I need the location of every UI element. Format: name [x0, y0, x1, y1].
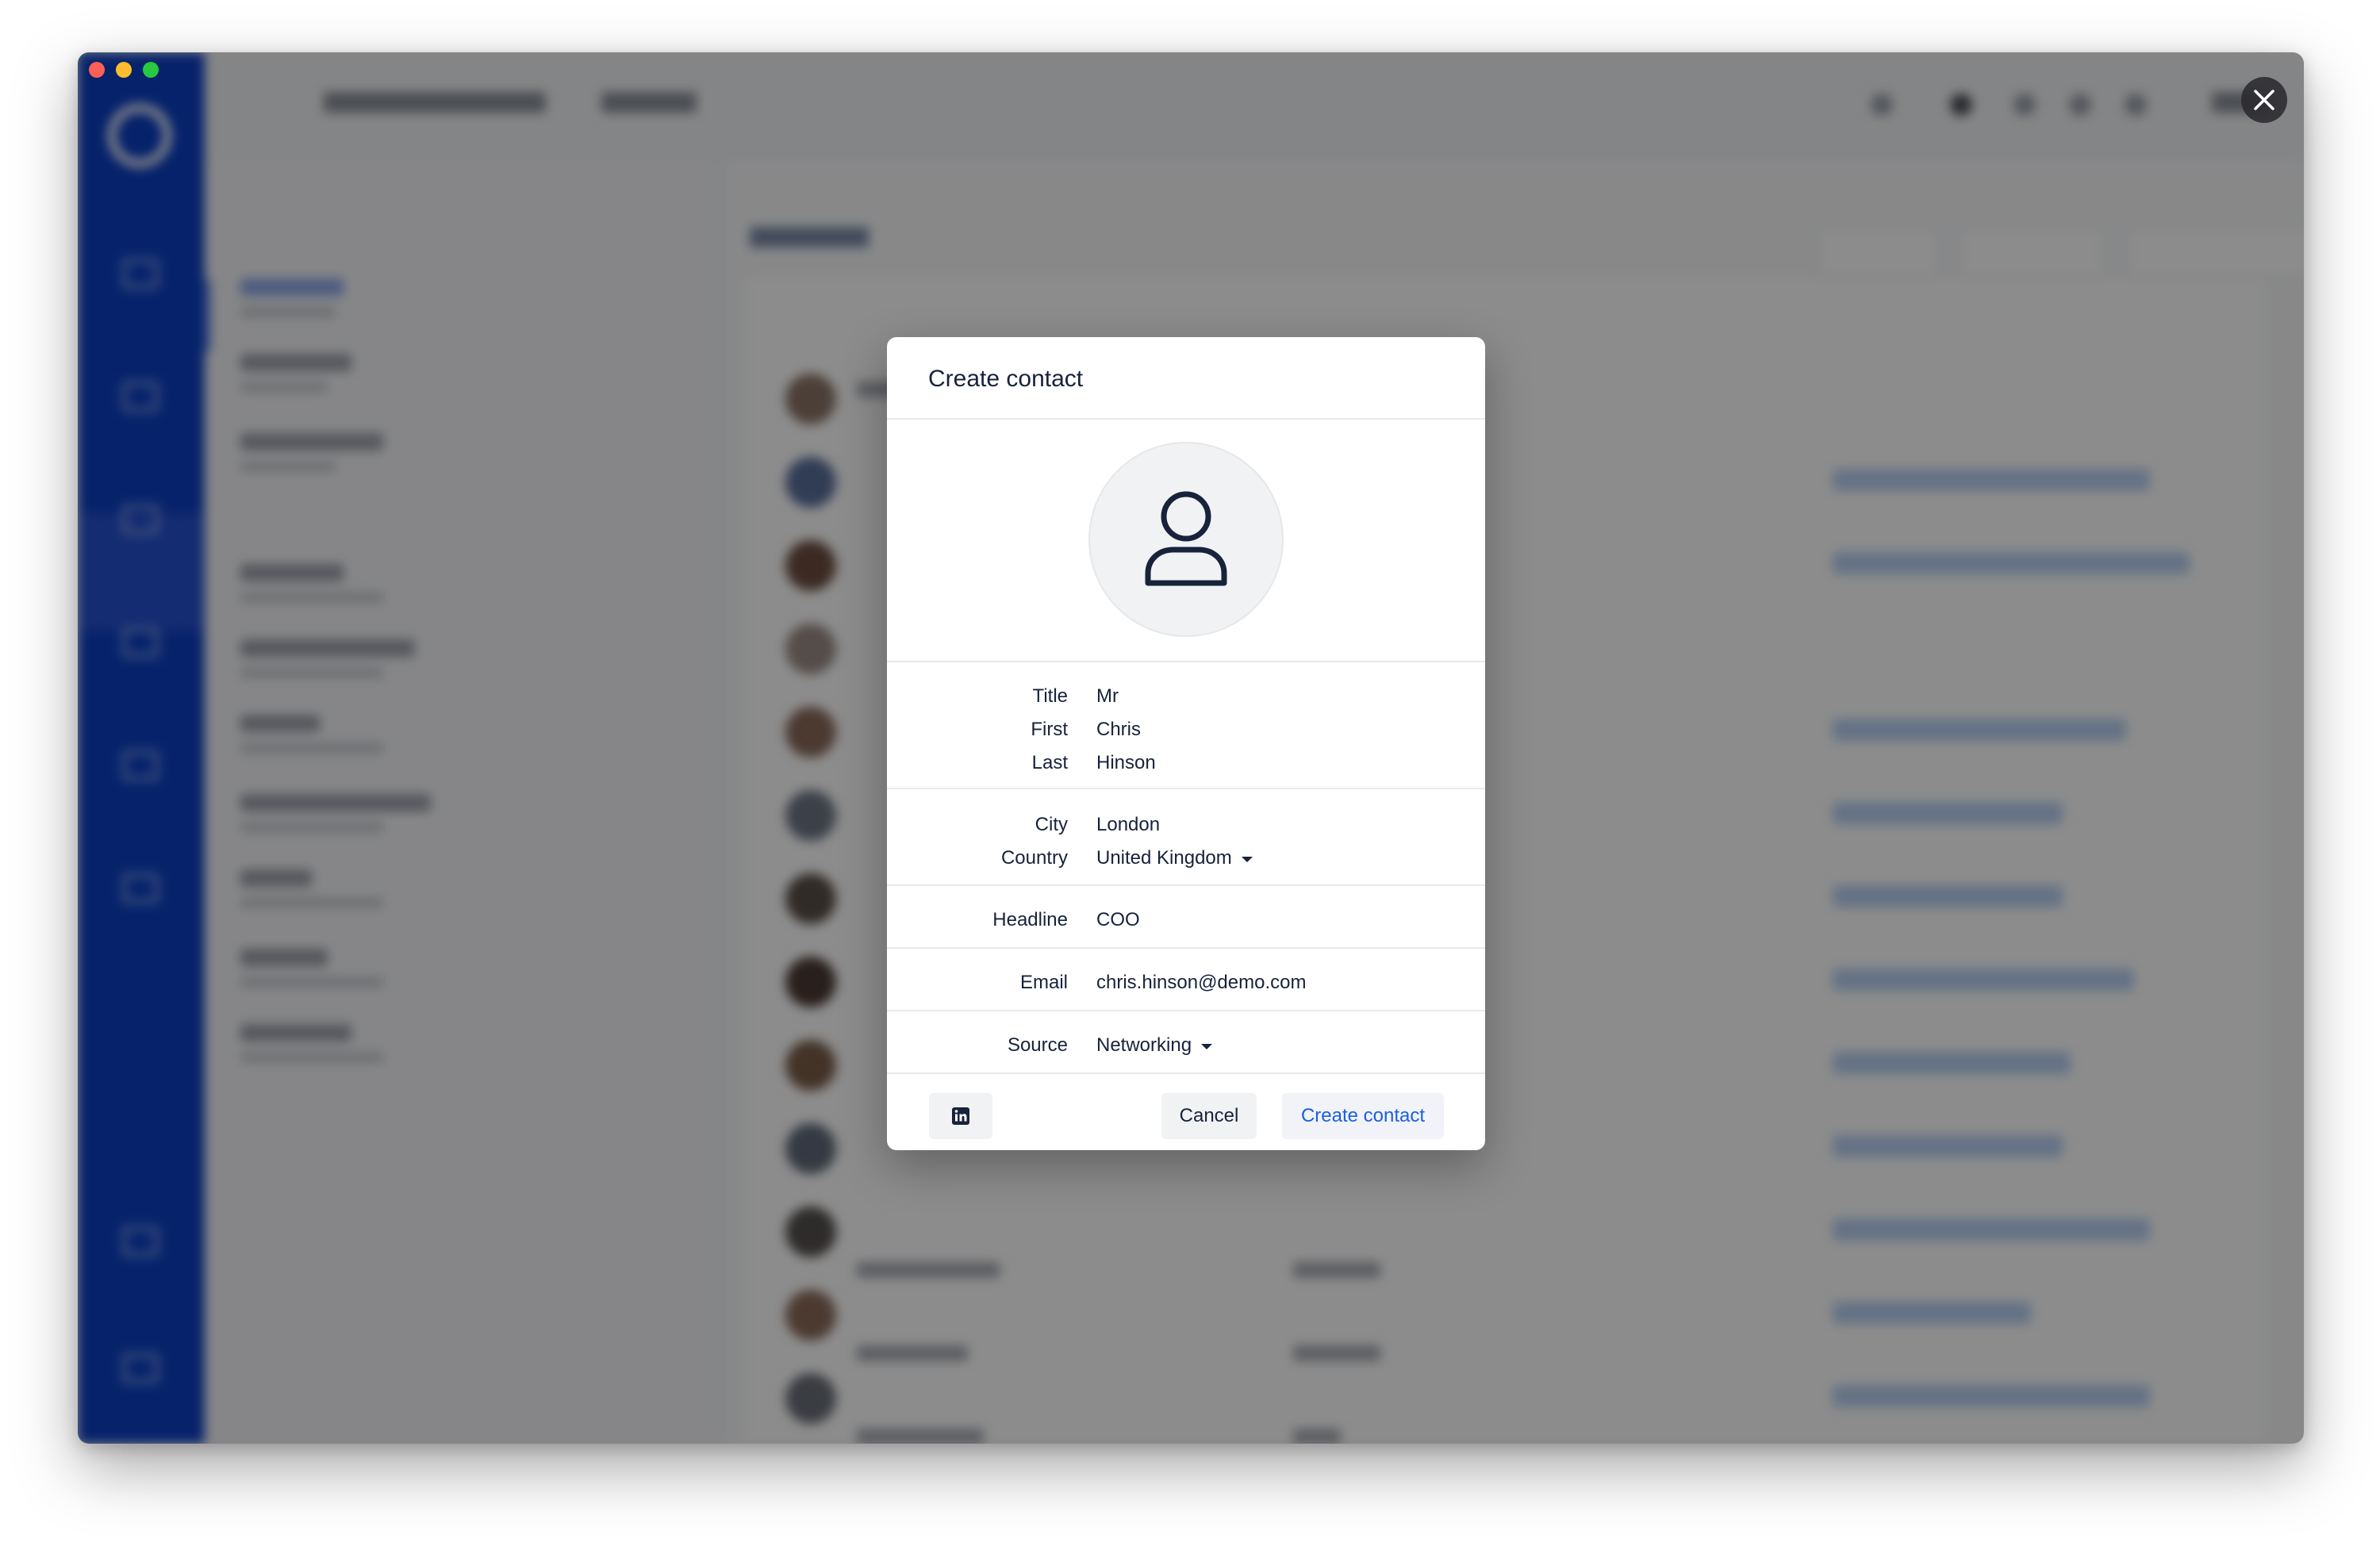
modal-title: Create contact [928, 366, 1084, 392]
location-fields: City London Country United Kingdom [887, 789, 1485, 886]
country-value: United Kingdom [1096, 847, 1232, 869]
title-field[interactable]: Mr [1096, 685, 1119, 708]
source-select[interactable]: Networking [1096, 1034, 1213, 1057]
field-row-headline: Headline COO [887, 903, 1485, 937]
chevron-down-icon [1201, 1044, 1213, 1049]
source-label: Source [1007, 1034, 1068, 1056]
field-row-source: Source Networking [887, 1029, 1485, 1062]
email-field[interactable]: chris.hinson@demo.com [1096, 972, 1306, 994]
headline-field[interactable]: COO [1096, 909, 1140, 931]
name-fields: Title Mr First Chris Last Hinson [887, 662, 1485, 789]
avatar-upload[interactable] [1088, 442, 1284, 637]
chevron-down-icon [1241, 857, 1253, 862]
email-label: Email [1019, 972, 1068, 993]
field-row-country: Country United Kingdom [887, 842, 1485, 875]
person-icon [1145, 491, 1227, 586]
linkedin-button[interactable] [929, 1093, 992, 1139]
create-contact-button[interactable]: Create contact [1282, 1093, 1444, 1139]
field-row-email: Email chris.hinson@demo.com [887, 966, 1485, 999]
close-modal-button[interactable] [2241, 77, 2287, 123]
window-controls [89, 62, 159, 78]
city-label: City [1035, 814, 1068, 835]
first-name-field[interactable]: Chris [1096, 719, 1141, 741]
minimize-window-button[interactable] [116, 62, 132, 78]
city-field[interactable]: London [1096, 814, 1160, 836]
source-fields: Source Networking [887, 1011, 1485, 1074]
close-icon [2254, 90, 2274, 110]
email-fields: Email chris.hinson@demo.com [887, 949, 1485, 1011]
field-row-last: Last Hinson [887, 746, 1485, 780]
first-name-label: First [1031, 719, 1068, 740]
headline-fields: Headline COO [887, 886, 1485, 949]
title-label: Title [1032, 685, 1068, 707]
create-contact-modal: Create contact Title Mr First Chris Last [887, 337, 1485, 1150]
modal-header: Create contact [887, 337, 1485, 420]
headline-label: Headline [992, 909, 1068, 930]
modal-footer: Cancel Create contact [887, 1074, 1485, 1150]
close-window-button[interactable] [89, 62, 105, 78]
linkedin-icon [952, 1107, 969, 1125]
country-label: Country [1000, 847, 1068, 869]
field-row-city: City London [887, 808, 1485, 842]
cancel-button[interactable]: Cancel [1161, 1093, 1257, 1139]
field-row-title: Title Mr [887, 680, 1485, 713]
screen: Create contact Title Mr First Chris Last [0, 0, 2380, 1546]
avatar-section [887, 420, 1485, 662]
country-select[interactable]: United Kingdom [1096, 847, 1253, 869]
field-row-first: First Chris [887, 713, 1485, 746]
last-name-label: Last [1031, 752, 1068, 773]
source-value: Networking [1096, 1034, 1192, 1056]
last-name-field[interactable]: Hinson [1096, 752, 1156, 774]
maximize-window-button[interactable] [143, 62, 159, 78]
